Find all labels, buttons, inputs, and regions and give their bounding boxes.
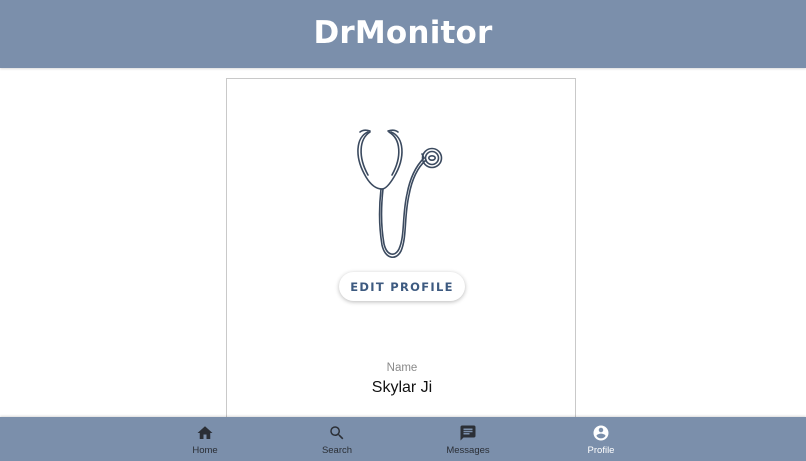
app-header: DrMonitor	[0, 0, 806, 68]
nav-home-label: Home	[192, 445, 218, 456]
nav-home[interactable]: Home	[160, 417, 250, 461]
account-circle-icon	[593, 425, 609, 441]
nav-profile[interactable]: Profile	[556, 417, 646, 461]
edit-profile-button[interactable]: EDIT PROFILE	[339, 272, 465, 301]
nav-search-label: Search	[321, 445, 353, 456]
app-title: DrMonitor	[313, 15, 493, 51]
stethoscope-icon	[357, 129, 443, 258]
profile-card: EDIT PROFILE Name Skylar Ji	[226, 78, 576, 423]
nav-messages-label: Messages	[446, 445, 490, 456]
home-icon	[197, 426, 213, 439]
message-icon	[460, 425, 476, 441]
bottom-navigation: Home Search Messages Profile	[0, 417, 806, 461]
name-value: Skylar Ji	[371, 379, 433, 396]
nav-profile-label: Profile	[587, 445, 615, 456]
nav-search[interactable]: Search	[292, 417, 382, 461]
nav-messages[interactable]: Messages	[423, 417, 513, 461]
app-root: DrMonitor EDIT PROFILE Name Skylar Ji Ho…	[0, 0, 806, 461]
search-icon	[330, 426, 344, 440]
name-label: Name	[386, 362, 418, 374]
